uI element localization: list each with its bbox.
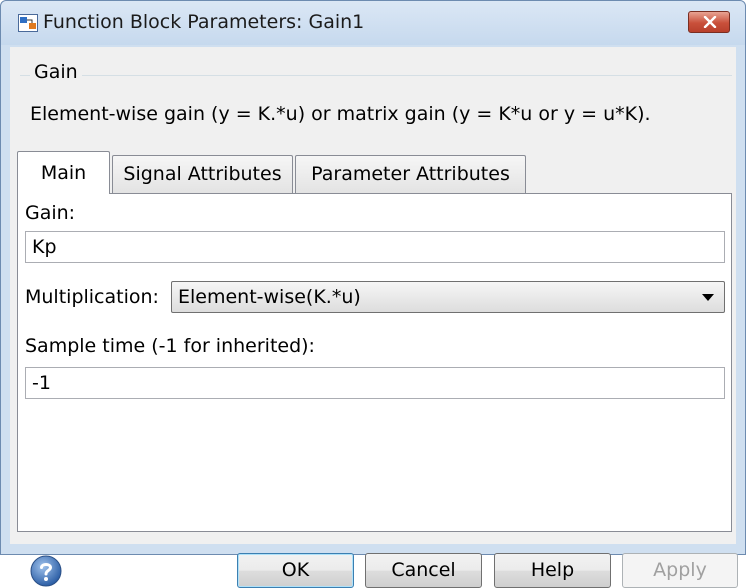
- tab-main[interactable]: Main: [17, 151, 110, 194]
- gain-input[interactable]: Kp: [25, 231, 725, 263]
- main-tab-panel: Gain: Kp Multiplication: Element-wise(K.…: [17, 193, 732, 532]
- tab-parameter-attributes[interactable]: Parameter Attributes: [295, 155, 526, 193]
- tab-parameter-attributes-label: Parameter Attributes: [311, 163, 510, 185]
- block-description: Element-wise gain (y = K.*u) or matrix g…: [30, 103, 651, 125]
- dialog-window: Function Block Parameters: Gain1 Gain El…: [0, 0, 746, 588]
- multiplication-selected-value: Element-wise(K.*u): [178, 286, 361, 308]
- group-title: Gain: [30, 61, 82, 83]
- gain-label: Gain:: [25, 202, 76, 224]
- apply-button[interactable]: Apply: [622, 553, 738, 588]
- ok-button[interactable]: OK: [237, 553, 354, 588]
- sample-time-input[interactable]: -1: [25, 367, 725, 399]
- chevron-down-icon: [702, 294, 714, 301]
- tab-main-label: Main: [40, 162, 87, 184]
- close-icon: [703, 16, 717, 28]
- dialog-client-area: Gain Element-wise gain (y = K.*u) or mat…: [10, 47, 738, 588]
- sample-time-label: Sample time (-1 for inherited):: [25, 335, 315, 357]
- multiplication-select[interactable]: Element-wise(K.*u): [171, 281, 725, 313]
- tab-signal-attributes[interactable]: Signal Attributes: [112, 155, 293, 193]
- title-bar[interactable]: Function Block Parameters: Gain1: [1, 1, 745, 45]
- tab-signal-attributes-label: Signal Attributes: [123, 163, 282, 185]
- window-title: Function Block Parameters: Gain1: [43, 11, 365, 33]
- simulink-block-icon: [18, 14, 38, 32]
- multiplication-label: Multiplication:: [25, 286, 159, 308]
- help-button[interactable]: Help: [494, 553, 611, 588]
- help-icon[interactable]: [30, 555, 62, 587]
- close-button[interactable]: [688, 11, 730, 33]
- cancel-button[interactable]: Cancel: [365, 553, 482, 588]
